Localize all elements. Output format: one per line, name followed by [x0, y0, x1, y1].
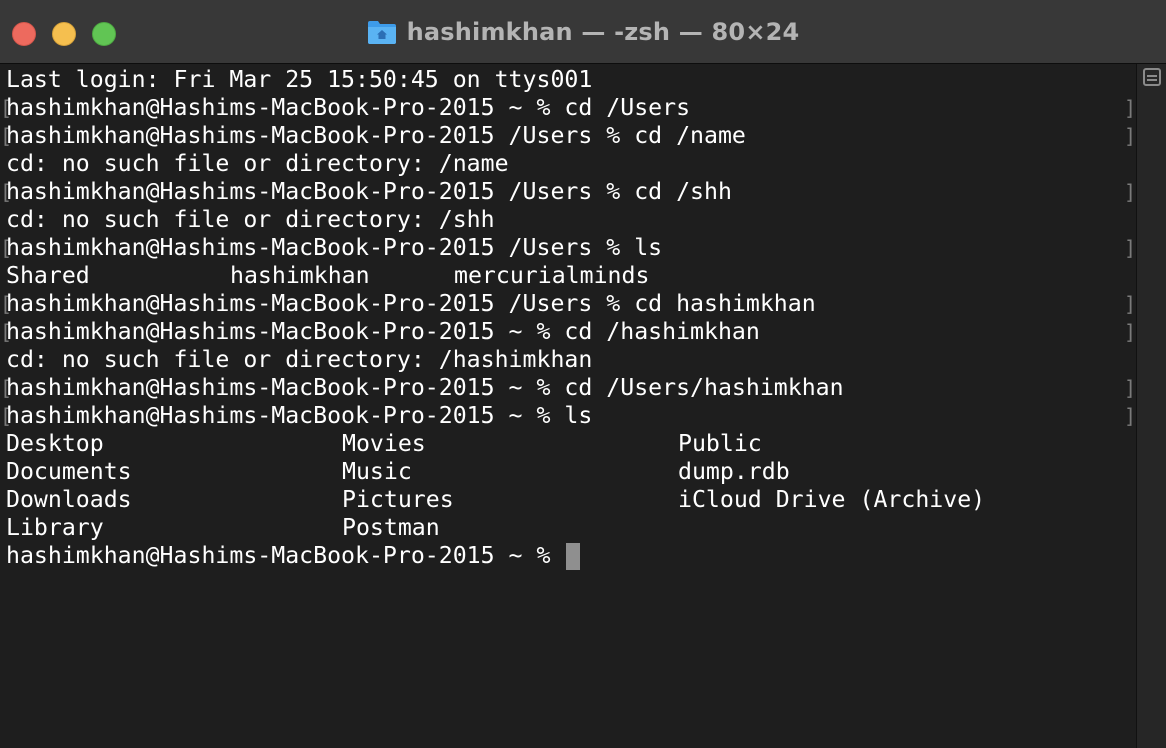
terminal-window: hashimkhan — -zsh — 80×24 Last login: Fr… — [0, 0, 1166, 748]
listing-entry: iCloud Drive (Archive) — [678, 486, 986, 513]
mark-bracket-right: ] — [1124, 404, 1136, 428]
listing-entry: Shared — [6, 262, 90, 289]
listing-entry: Public — [678, 430, 762, 457]
terminal-line: hashimkhan@Hashims-MacBook-Pro-2015 /Use… — [6, 122, 746, 149]
terminal-line: cd: no such file or directory: /shh — [6, 206, 495, 233]
terminal-output[interactable]: Last login: Fri Mar 25 15:50:45 on ttys0… — [0, 64, 1136, 748]
title-container: hashimkhan — -zsh — 80×24 — [0, 0, 1166, 64]
mark-bracket-right: ] — [1124, 320, 1136, 344]
listing-entry: hashimkhan — [230, 262, 370, 289]
terminal-line: Last login: Fri Mar 25 15:50:45 on ttys0… — [6, 66, 593, 93]
terminal-line: hashimkhan@Hashims-MacBook-Pro-2015 ~ % … — [6, 318, 760, 345]
terminal-line: hashimkhan@Hashims-MacBook-Pro-2015 /Use… — [6, 234, 663, 261]
mark-bracket-right: ] — [1124, 236, 1136, 260]
terminal-line: hashimkhan@Hashims-MacBook-Pro-2015 /Use… — [6, 178, 732, 205]
listing-entry: Movies — [342, 430, 426, 457]
mark-bracket-right: ] — [1124, 180, 1136, 204]
terminal-line: hashimkhan@Hashims-MacBook-Pro-2015 ~ % … — [6, 402, 593, 429]
terminal-line: hashimkhan@Hashims-MacBook-Pro-2015 /Use… — [6, 290, 816, 317]
terminal-line: cd: no such file or directory: /hashimkh… — [6, 346, 593, 373]
listing-entry: Library — [6, 514, 104, 541]
terminal-line: hashimkhan@Hashims-MacBook-Pro-2015 ~ % … — [6, 94, 691, 121]
title-bar[interactable]: hashimkhan — -zsh — 80×24 — [0, 0, 1166, 64]
split-pane-icon[interactable] — [1143, 68, 1161, 86]
mark-bracket-right: ] — [1124, 124, 1136, 148]
listing-entry: mercurialminds — [454, 262, 650, 289]
terminal-line: hashimkhan@Hashims-MacBook-Pro-2015 ~ % … — [6, 374, 844, 401]
window-title: hashimkhan — -zsh — 80×24 — [406, 18, 800, 46]
listing-entry: Postman — [342, 514, 440, 541]
listing-entry: Downloads — [6, 486, 132, 513]
listing-entry: Desktop — [6, 430, 104, 457]
listing-entry: Documents — [6, 458, 132, 485]
current-prompt[interactable]: hashimkhan@Hashims-MacBook-Pro-2015 ~ % — [6, 542, 550, 570]
home-folder-icon — [367, 21, 396, 44]
terminal-line: cd: no such file or directory: /name — [6, 150, 509, 177]
listing-entry: dump.rdb — [678, 458, 790, 485]
mark-bracket-right: ] — [1124, 96, 1136, 120]
text-cursor — [566, 543, 580, 570]
mark-bracket-right: ] — [1124, 292, 1136, 316]
listing-entry: Music — [342, 458, 412, 485]
listing-entry: Pictures — [342, 486, 454, 513]
scrollbar[interactable] — [1136, 64, 1166, 748]
mark-bracket-right: ] — [1124, 376, 1136, 400]
